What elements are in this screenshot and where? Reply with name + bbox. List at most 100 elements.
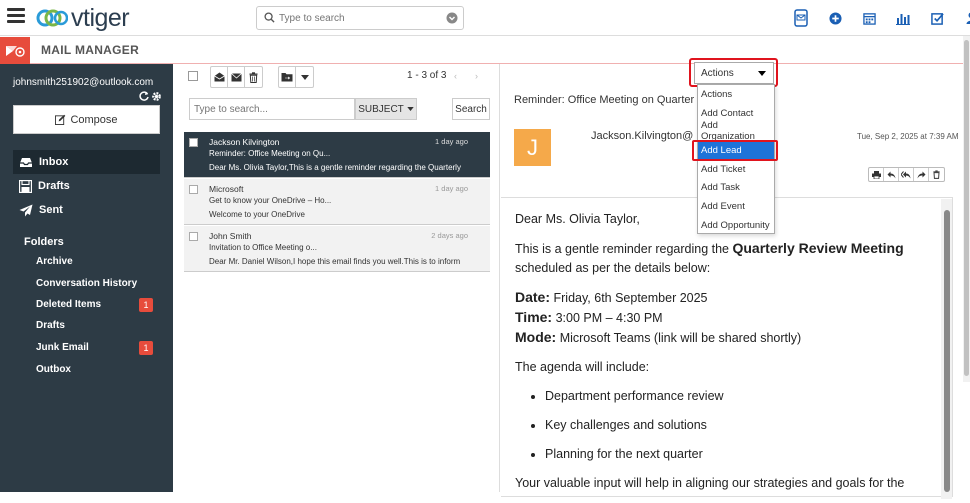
folder-junk-email[interactable]: Junk Email xyxy=(36,342,89,353)
reader-subject: Reminder: Office Meeting on Quarter xyxy=(514,94,695,106)
delete-button[interactable] xyxy=(245,67,262,87)
save-icon xyxy=(19,179,32,193)
nav-drafts[interactable]: Drafts xyxy=(13,174,160,198)
mark-read-button[interactable] xyxy=(211,67,228,87)
add-lead-highlight-box xyxy=(692,140,778,161)
folder-conversation-history[interactable]: Conversation History xyxy=(36,278,137,289)
body-time-label: Time: xyxy=(515,309,553,325)
action-option-add-opportunity[interactable]: Add Opportunity xyxy=(698,216,774,234)
reply-button[interactable] xyxy=(884,168,899,181)
body-mode-value: Microsoft Teams (link will be shared sho… xyxy=(556,331,802,345)
next-page-icon[interactable]: › xyxy=(475,71,478,81)
message-preview: Welcome to your OneDrive xyxy=(209,210,305,219)
body-date-line: Date: Friday, 6th September 2025 xyxy=(515,288,935,308)
mail-search-input[interactable] xyxy=(189,98,355,120)
body-time-value: 3:00 PM – 4:30 PM xyxy=(552,311,663,325)
bar-chart-icon[interactable] xyxy=(886,8,920,28)
body-intro-bold: Quarterly Review Meeting xyxy=(732,240,904,256)
global-search-input[interactable] xyxy=(279,10,439,26)
pencil-square-icon xyxy=(55,114,66,125)
envelope-icon xyxy=(230,72,242,81)
mail-compose-icon[interactable] xyxy=(784,8,818,28)
compose-button[interactable]: Compose xyxy=(13,105,160,134)
refresh-icon[interactable] xyxy=(139,91,149,101)
action-option-add-event[interactable]: Add Event xyxy=(698,197,774,215)
agenda-item: Department performance review xyxy=(545,387,935,406)
message-preview: Dear Mr. Daniel Wilson,I hope this email… xyxy=(209,257,461,266)
message-checkbox[interactable] xyxy=(189,185,198,194)
move-folder-button[interactable] xyxy=(279,67,296,87)
print-button[interactable] xyxy=(869,168,884,181)
folder-move-icon xyxy=(281,73,293,82)
checkbox-icon[interactable] xyxy=(920,8,954,28)
top-icons xyxy=(784,8,970,28)
forward-button[interactable] xyxy=(914,168,929,181)
inbox-icon xyxy=(20,157,32,167)
action-option-actions[interactable]: Actions xyxy=(698,85,774,103)
select-all-checkbox[interactable] xyxy=(188,71,198,81)
unread-badge: 1 xyxy=(139,298,153,312)
action-option-add-task[interactable]: Add Task xyxy=(698,178,774,196)
menu-icon[interactable] xyxy=(7,8,25,24)
action-option-add-organization[interactable]: Add Organization xyxy=(698,120,774,142)
global-search[interactable] xyxy=(256,6,464,30)
folder-outbox[interactable]: Outbox xyxy=(36,364,71,375)
trash-icon xyxy=(249,71,258,83)
user-icon[interactable] xyxy=(954,8,970,28)
nav-inbox[interactable]: Inbox xyxy=(13,150,160,174)
message-date: 1 day ago xyxy=(435,184,468,193)
print-icon xyxy=(871,170,881,179)
body-date-value: Friday, 6th September 2025 xyxy=(550,291,708,305)
message-row-2[interactable]: Microsoft 1 day ago Get to know your One… xyxy=(184,179,490,225)
top-navbar: vtiger xyxy=(0,0,970,36)
message-subject: Invitation to Office Meeting o... xyxy=(209,243,317,252)
message-from: Microsoft xyxy=(209,184,244,194)
folder-archive[interactable]: Archive xyxy=(36,256,73,267)
message-checkbox[interactable] xyxy=(189,232,198,241)
folder-drafts[interactable]: Drafts xyxy=(36,320,65,331)
account-tools xyxy=(139,91,162,102)
chevron-down-circle-icon[interactable] xyxy=(446,12,458,24)
body-scrollbar-thumb[interactable] xyxy=(944,210,950,492)
reader-delete-button[interactable] xyxy=(929,168,944,181)
search-icon xyxy=(264,12,275,23)
message-row-1[interactable]: Jackson Kilvington 1 day ago Reminder: O… xyxy=(184,132,490,178)
message-from: Jackson Kilvington xyxy=(209,137,280,147)
nav-sent[interactable]: Sent xyxy=(13,198,160,222)
body-mode-label: Mode: xyxy=(515,329,557,345)
folders-heading: Folders xyxy=(24,236,64,248)
forward-icon xyxy=(917,171,925,178)
message-row-3[interactable]: John Smith 2 days ago Invitation to Offi… xyxy=(184,226,490,272)
reply-icon xyxy=(887,171,895,178)
message-list-pane: 1 - 3 of 3 ‹ › SUBJECT Search Jackson Ki… xyxy=(173,64,500,492)
search-field-label: SUBJECT xyxy=(358,103,404,115)
plus-circle-icon[interactable] xyxy=(818,8,852,28)
page-scrollbar[interactable] xyxy=(963,36,970,382)
reply-all-button[interactable] xyxy=(899,168,914,181)
page-scrollbar-thumb[interactable] xyxy=(964,40,969,376)
message-subject: Reminder: Office Meeting on Qu... xyxy=(209,149,331,158)
message-date: 2 days ago xyxy=(431,231,468,240)
reader-toolbar xyxy=(868,167,945,182)
caret-down-icon xyxy=(407,107,414,111)
calendar-icon[interactable] xyxy=(852,8,886,28)
message-preview: Dear Ms. Olivia Taylor,This is a gentle … xyxy=(209,163,461,172)
mark-unread-button[interactable] xyxy=(228,67,245,87)
mail-search-button[interactable]: Search xyxy=(452,98,490,120)
module-title: MAIL MANAGER xyxy=(41,43,140,57)
trash-icon xyxy=(933,170,940,179)
brand-name: vtiger xyxy=(71,3,130,32)
reply-all-icon xyxy=(901,170,911,178)
body-date-label: Date: xyxy=(515,289,551,305)
search-field-select[interactable]: SUBJECT xyxy=(355,98,417,120)
folder-deleted-items[interactable]: Deleted Items xyxy=(36,299,101,310)
message-checkbox[interactable] xyxy=(189,138,198,147)
vtiger-logo[interactable]: vtiger xyxy=(36,3,130,32)
gear-icon[interactable] xyxy=(151,91,162,102)
pagination-count: 1 - 3 of 3 xyxy=(407,70,447,81)
prev-page-icon[interactable]: ‹ xyxy=(454,71,457,81)
message-date: 1 day ago xyxy=(435,137,468,146)
move-folder-dropdown[interactable] xyxy=(296,67,313,87)
action-option-add-ticket[interactable]: Add Ticket xyxy=(698,160,774,178)
account-email: johnsmith251902@outlook.com xyxy=(13,77,154,88)
